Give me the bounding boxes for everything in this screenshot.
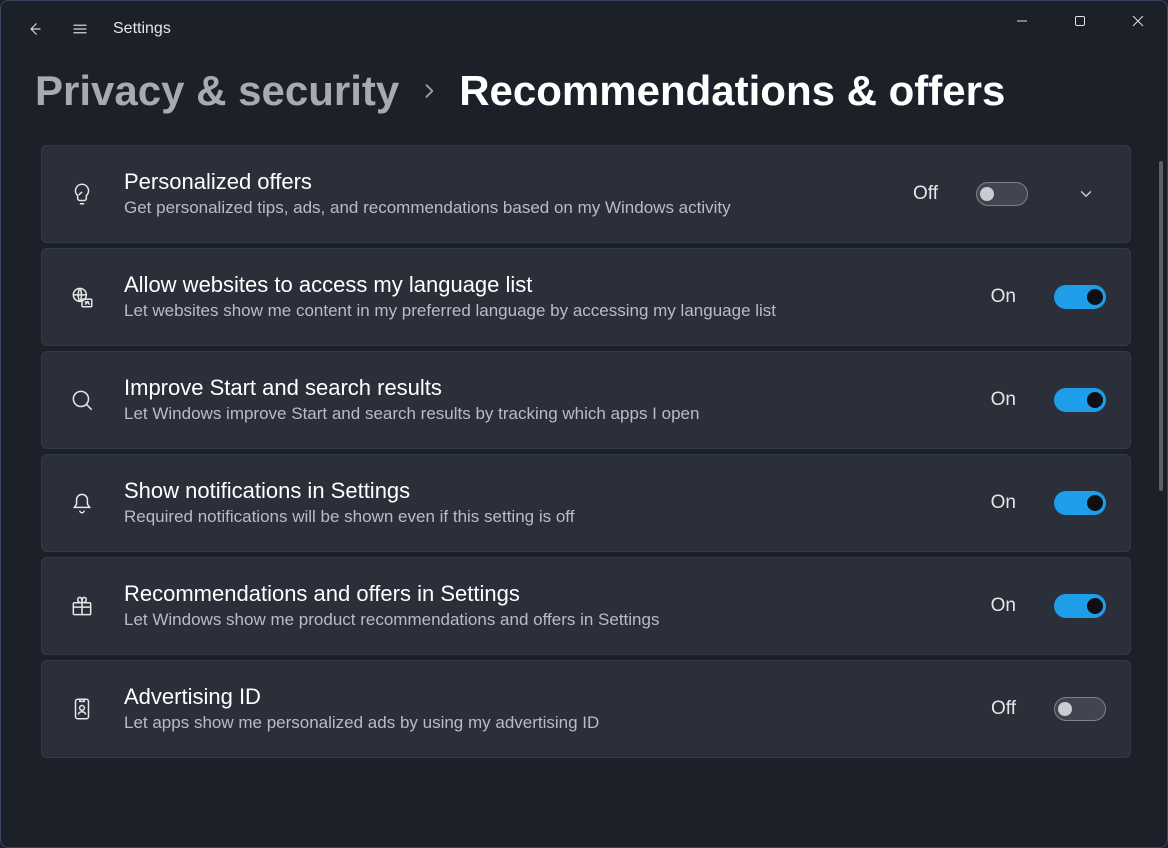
setting-title: Allow websites to access my language lis… [124, 272, 965, 298]
maximize-icon [1074, 15, 1086, 27]
setting-text: Allow websites to access my language lis… [124, 272, 965, 321]
setting-description: Let Windows improve Start and search res… [124, 403, 965, 424]
menu-button[interactable] [57, 1, 103, 57]
settings-list: Personalized offersGet personalized tips… [1, 145, 1167, 835]
setting-card[interactable]: Advertising IDLet apps show me personali… [41, 660, 1131, 758]
back-button[interactable] [11, 1, 57, 57]
setting-title: Show notifications in Settings [124, 478, 965, 504]
toggle-state-label: On [991, 389, 1016, 411]
setting-description: Let apps show me personalized ads by usi… [124, 712, 965, 733]
setting-description: Get personalized tips, ads, and recommen… [124, 197, 887, 218]
setting-title: Personalized offers [124, 169, 887, 195]
expand-button[interactable] [1066, 174, 1106, 214]
toggle-switch[interactable] [1054, 594, 1106, 618]
maximize-button[interactable] [1051, 1, 1109, 41]
minimize-icon [1016, 15, 1028, 27]
breadcrumb-parent[interactable]: Privacy & security [35, 67, 399, 115]
setting-text: Show notifications in SettingsRequired n… [124, 478, 965, 527]
setting-title: Recommendations and offers in Settings [124, 581, 965, 607]
app-title: Settings [113, 20, 171, 38]
bell-icon [66, 487, 98, 519]
id-badge-icon [66, 693, 98, 725]
close-icon [1132, 15, 1144, 27]
toggle-state-label: Off [991, 698, 1016, 720]
minimize-button[interactable] [993, 1, 1051, 41]
toggle-switch[interactable] [1054, 697, 1106, 721]
scrollbar[interactable] [1159, 161, 1163, 491]
toggle-state-label: On [991, 492, 1016, 514]
toggle-switch[interactable] [1054, 285, 1106, 309]
setting-card[interactable]: Allow websites to access my language lis… [41, 248, 1131, 346]
toggle-state-label: Off [913, 183, 938, 205]
setting-description: Let Windows show me product recommendati… [124, 609, 965, 630]
setting-description: Let websites show me content in my prefe… [124, 300, 965, 321]
setting-text: Improve Start and search resultsLet Wind… [124, 375, 965, 424]
search-icon [66, 384, 98, 416]
toggle-state-label: On [991, 595, 1016, 617]
setting-text: Advertising IDLet apps show me personali… [124, 684, 965, 733]
lightbulb-icon [66, 178, 98, 210]
chevron-right-icon [419, 81, 439, 101]
toggle-state-label: On [991, 286, 1016, 308]
globe-language-icon [66, 281, 98, 313]
setting-text: Personalized offersGet personalized tips… [124, 169, 887, 218]
setting-card[interactable]: Improve Start and search resultsLet Wind… [41, 351, 1131, 449]
window-controls [993, 1, 1167, 41]
setting-title: Improve Start and search results [124, 375, 965, 401]
chevron-down-icon [1077, 185, 1095, 203]
arrow-left-icon [25, 20, 43, 38]
toggle-switch[interactable] [1054, 491, 1106, 515]
toggle-switch[interactable] [1054, 388, 1106, 412]
close-button[interactable] [1109, 1, 1167, 41]
toggle-switch[interactable] [976, 182, 1028, 206]
setting-card[interactable]: Show notifications in SettingsRequired n… [41, 454, 1131, 552]
hamburger-icon [71, 20, 89, 38]
gift-icon [66, 590, 98, 622]
breadcrumb: Privacy & security Recommendations & off… [1, 57, 1167, 145]
breadcrumb-current: Recommendations & offers [459, 67, 1005, 115]
setting-text: Recommendations and offers in SettingsLe… [124, 581, 965, 630]
setting-card[interactable]: Recommendations and offers in SettingsLe… [41, 557, 1131, 655]
setting-title: Advertising ID [124, 684, 965, 710]
setting-card[interactable]: Personalized offersGet personalized tips… [41, 145, 1131, 243]
setting-description: Required notifications will be shown eve… [124, 506, 965, 527]
